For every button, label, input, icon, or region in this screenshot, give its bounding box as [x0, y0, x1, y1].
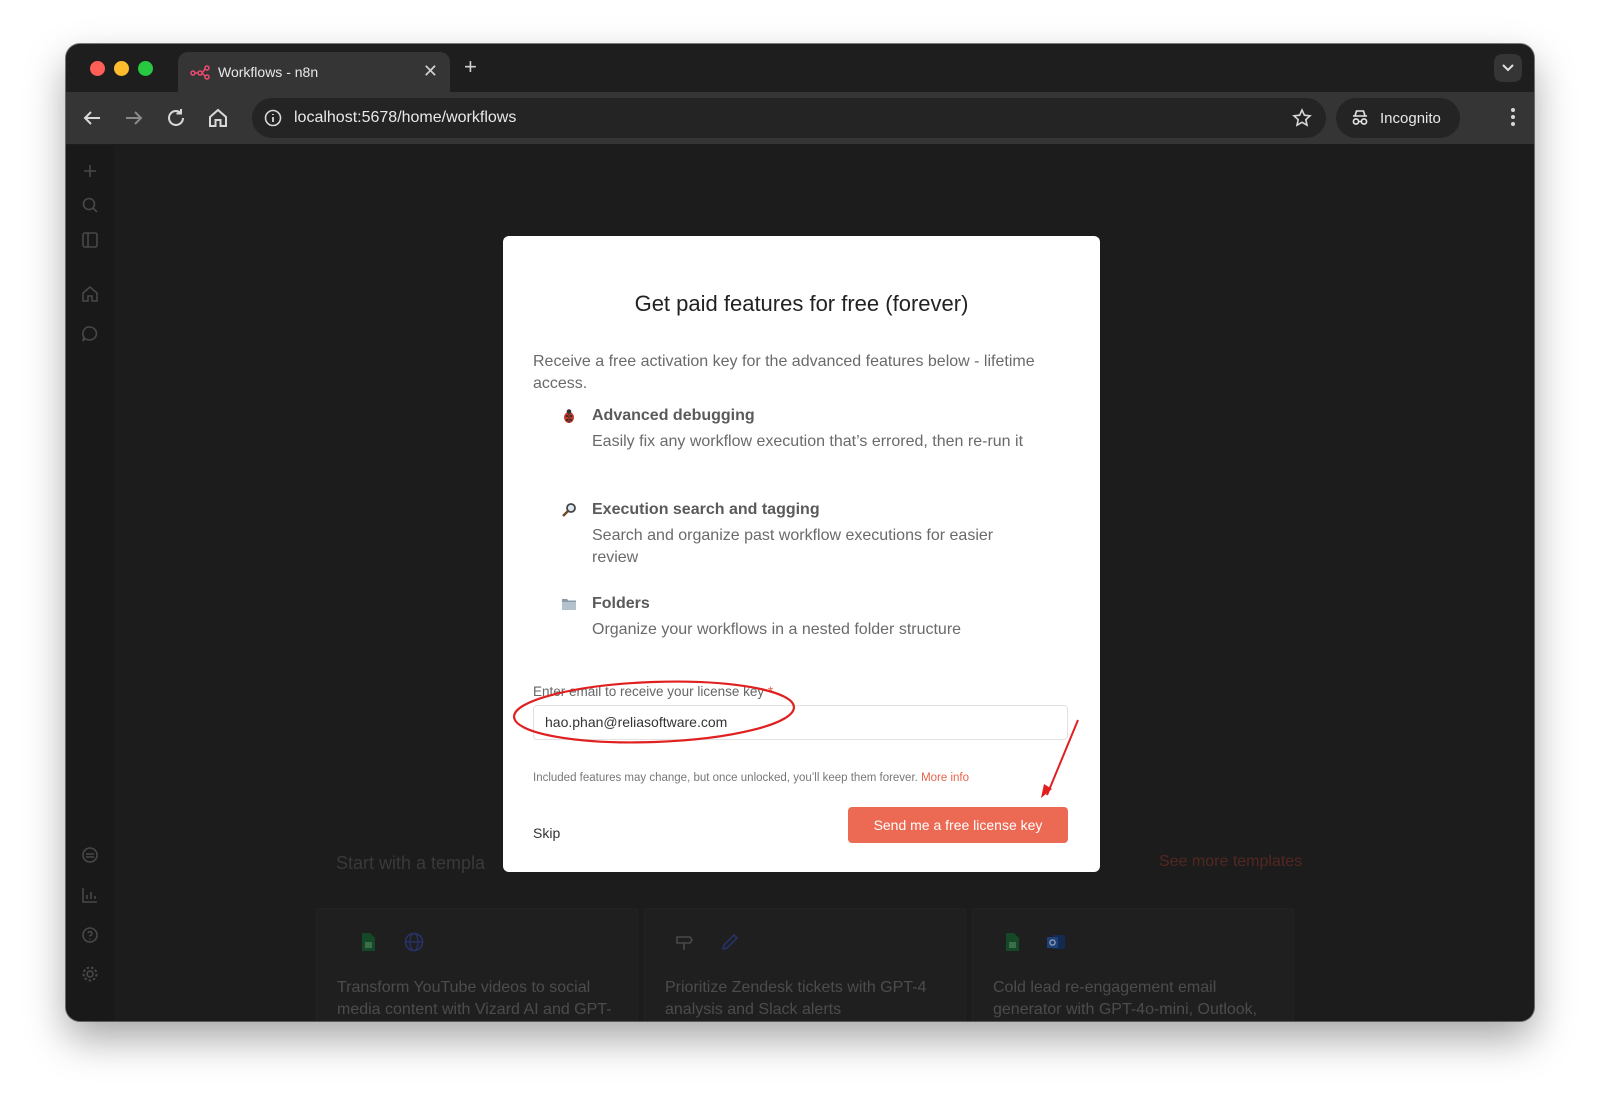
- bookmark-star-icon[interactable]: [1292, 108, 1312, 128]
- folder-icon: [562, 599, 576, 610]
- chevron-down-icon: [1502, 64, 1514, 72]
- incognito-label: Incognito: [1380, 110, 1441, 127]
- feature-title: Execution search and tagging: [592, 501, 820, 518]
- browser-tab[interactable]: Workflows - n8n ✕: [178, 52, 450, 92]
- fine-print: Included features may change, but once u…: [533, 772, 969, 784]
- tab-close-icon[interactable]: ✕: [423, 61, 438, 81]
- modal-title: Get paid features for free (forever): [634, 291, 969, 316]
- back-arrow-icon[interactable]: [80, 106, 104, 130]
- feature-description: Easily fix any workflow execution that’s…: [592, 433, 1024, 450]
- magnifier-icon: [562, 503, 576, 517]
- browser-toolbar: localhost:5678/home/workflows Incognito: [66, 92, 1534, 145]
- new-tab-button[interactable]: +: [464, 54, 477, 80]
- minimize-window-button[interactable]: [114, 61, 129, 76]
- email-input[interactable]: hao.phan@reliasoftware.com: [533, 705, 1068, 740]
- email-label-text: Enter email to receive your license key: [533, 684, 765, 699]
- required-mark: *: [767, 684, 774, 699]
- url-text[interactable]: localhost:5678/home/workflows: [294, 109, 516, 127]
- email-label: Enter email to receive your license key …: [533, 684, 773, 699]
- feature-description: Organize your workflows in a nested fold…: [592, 621, 962, 638]
- license-modal: Get paid features for free (forever) Rec…: [503, 236, 1100, 872]
- forward-arrow-icon[interactable]: [122, 106, 146, 130]
- skip-button[interactable]: Skip: [533, 825, 560, 841]
- feature-description: Search and organize past workflow execut…: [592, 527, 994, 566]
- incognito-icon: [1352, 110, 1368, 125]
- more-info-link[interactable]: More info: [921, 772, 969, 784]
- address-bar[interactable]: localhost:5678/home/workflows: [252, 98, 1326, 138]
- tab-search-button[interactable]: [1494, 54, 1522, 82]
- close-window-button[interactable]: [90, 61, 105, 76]
- send-license-key-button[interactable]: Send me a free license key: [848, 807, 1068, 843]
- more-options-icon[interactable]: [1510, 106, 1516, 128]
- modal-intro: Receive a free activation key for the ad…: [533, 353, 1035, 392]
- incognito-indicator[interactable]: Incognito: [1336, 98, 1460, 138]
- maximize-window-button[interactable]: [138, 61, 153, 76]
- feature-title: Folders: [592, 595, 650, 612]
- n8n-logo-icon: [190, 65, 210, 80]
- title-bar: Workflows - n8n ✕ +: [66, 44, 1534, 92]
- ladybug-icon: [564, 409, 574, 423]
- tab-title: Workflows - n8n: [218, 64, 319, 80]
- browser-window: Workflows - n8n ✕ + localhost:5678/home/…: [66, 44, 1534, 1021]
- feature-title: Advanced debugging: [592, 407, 755, 424]
- home-icon[interactable]: [206, 106, 230, 130]
- reload-icon[interactable]: [164, 106, 188, 130]
- site-info-icon[interactable]: [264, 109, 282, 127]
- fine-print-text: Included features may change, but once u…: [533, 772, 918, 784]
